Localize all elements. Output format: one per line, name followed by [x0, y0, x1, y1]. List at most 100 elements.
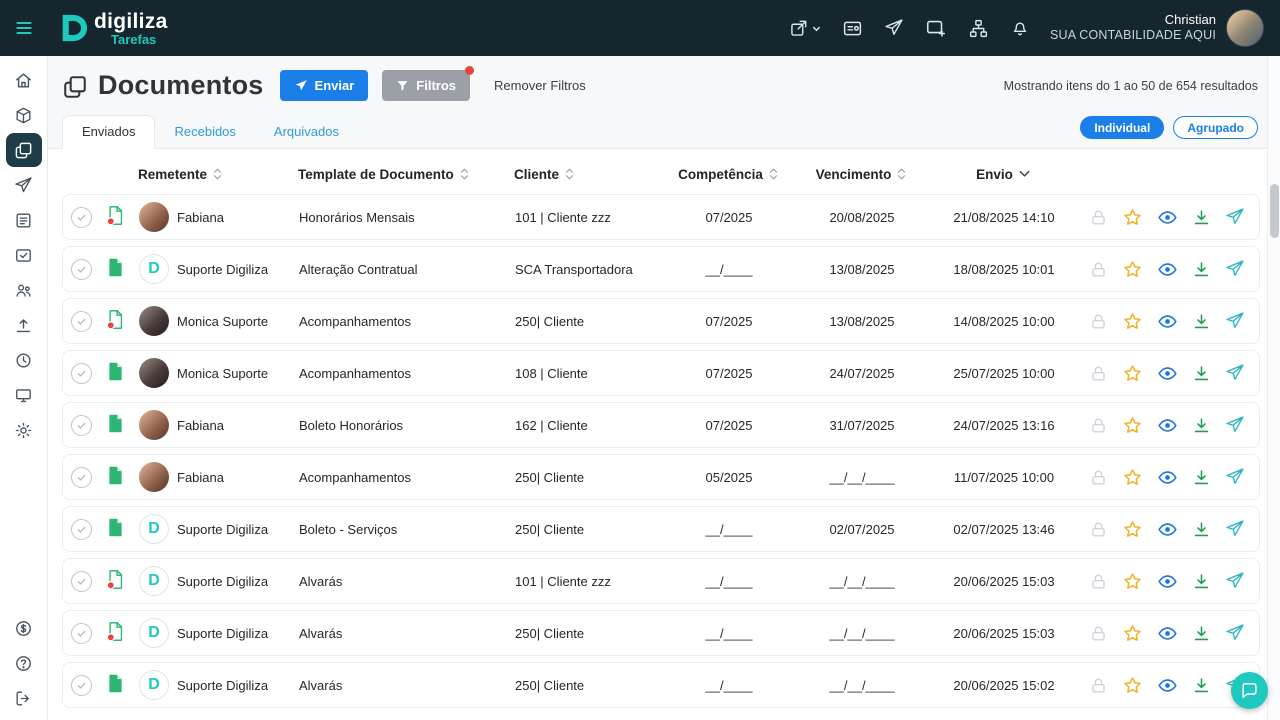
id-card-icon[interactable]	[842, 18, 863, 39]
sidebar-item-billing[interactable]	[6, 611, 42, 645]
send-icon[interactable]	[1225, 623, 1245, 643]
send-icon[interactable]	[1225, 363, 1245, 383]
chat-button[interactable]	[1231, 672, 1268, 709]
row-checkbox[interactable]	[71, 363, 92, 384]
eye-icon[interactable]	[1157, 571, 1178, 592]
user-avatar[interactable]	[1226, 9, 1264, 47]
column-cliente[interactable]: Cliente	[514, 167, 664, 182]
row-checkbox[interactable]	[71, 623, 92, 644]
agrupado-toggle[interactable]: Agrupado	[1173, 116, 1258, 139]
document-icon[interactable]	[105, 413, 126, 434]
send-icon[interactable]	[1225, 519, 1245, 539]
org-chart-icon[interactable]	[968, 18, 989, 39]
scrollbar-track[interactable]	[1267, 56, 1280, 720]
lock-icon[interactable]	[1089, 260, 1108, 279]
sidebar-item-clients[interactable]	[6, 273, 42, 307]
download-icon[interactable]	[1192, 416, 1211, 435]
document-icon[interactable]	[105, 517, 126, 538]
enviar-button[interactable]: Enviar	[280, 70, 369, 101]
bell-icon[interactable]	[1010, 18, 1030, 38]
star-icon[interactable]	[1122, 623, 1143, 644]
lock-icon[interactable]	[1089, 312, 1108, 331]
lock-icon[interactable]	[1089, 624, 1108, 643]
paper-plane-icon[interactable]	[884, 18, 904, 38]
download-icon[interactable]	[1192, 364, 1211, 383]
document-icon[interactable]	[105, 205, 126, 226]
document-icon[interactable]	[105, 569, 126, 590]
eye-icon[interactable]	[1157, 311, 1178, 332]
sidebar-item-settings[interactable]	[6, 413, 42, 447]
document-icon[interactable]	[105, 309, 126, 330]
sidebar-item-protocols[interactable]	[6, 203, 42, 237]
row-checkbox[interactable]	[71, 207, 92, 228]
filtros-button[interactable]: Filtros	[382, 70, 470, 101]
document-icon[interactable]	[105, 621, 126, 642]
download-icon[interactable]	[1192, 520, 1211, 539]
sidebar-item-devices[interactable]	[6, 378, 42, 412]
eye-icon[interactable]	[1157, 363, 1178, 384]
document-icon[interactable]	[105, 257, 126, 278]
document-icon[interactable]	[105, 361, 126, 382]
document-icon[interactable]	[105, 465, 126, 486]
star-icon[interactable]	[1122, 363, 1143, 384]
lock-icon[interactable]	[1089, 364, 1108, 383]
row-checkbox[interactable]	[71, 311, 92, 332]
star-icon[interactable]	[1122, 207, 1143, 228]
card-plus-icon[interactable]	[925, 17, 947, 39]
eye-icon[interactable]	[1157, 623, 1178, 644]
sidebar-item-home[interactable]	[6, 63, 42, 97]
column-remetente[interactable]: Remetente	[138, 167, 298, 182]
eye-icon[interactable]	[1157, 415, 1178, 436]
scrollbar-thumb[interactable]	[1270, 184, 1279, 238]
lock-icon[interactable]	[1089, 572, 1108, 591]
star-icon[interactable]	[1122, 415, 1143, 436]
lock-icon[interactable]	[1089, 520, 1108, 539]
individual-toggle[interactable]: Individual	[1080, 116, 1164, 139]
send-icon[interactable]	[1225, 571, 1245, 591]
row-checkbox[interactable]	[71, 467, 92, 488]
send-icon[interactable]	[1225, 415, 1245, 435]
star-icon[interactable]	[1122, 519, 1143, 540]
eye-icon[interactable]	[1157, 467, 1178, 488]
eye-icon[interactable]	[1157, 207, 1178, 228]
column-competencia[interactable]: Competência	[664, 167, 792, 182]
row-checkbox[interactable]	[71, 415, 92, 436]
eye-icon[interactable]	[1157, 675, 1178, 696]
download-icon[interactable]	[1192, 676, 1211, 695]
send-icon[interactable]	[1225, 259, 1245, 279]
download-icon[interactable]	[1192, 468, 1211, 487]
star-icon[interactable]	[1122, 259, 1143, 280]
sidebar-item-send-documents[interactable]	[6, 308, 42, 342]
user-menu[interactable]: Christian SUA CONTABILIDADE AQUI	[1050, 9, 1264, 47]
sidebar-item-documents[interactable]	[6, 133, 42, 167]
lock-icon[interactable]	[1089, 208, 1108, 227]
column-template[interactable]: Template de Documento	[298, 167, 514, 182]
sidebar-item-history[interactable]	[6, 343, 42, 377]
send-icon[interactable]	[1225, 207, 1245, 227]
star-icon[interactable]	[1122, 675, 1143, 696]
sidebar-item-package[interactable]	[6, 98, 42, 132]
download-icon[interactable]	[1192, 312, 1211, 331]
star-icon[interactable]	[1122, 467, 1143, 488]
tab-recebidos[interactable]: Recebidos	[155, 116, 254, 148]
lock-icon[interactable]	[1089, 676, 1108, 695]
row-checkbox[interactable]	[71, 519, 92, 540]
external-link-icon[interactable]	[789, 18, 821, 38]
download-icon[interactable]	[1192, 624, 1211, 643]
column-envio[interactable]: Envio	[930, 167, 1076, 182]
sidebar-item-logout[interactable]	[6, 681, 42, 715]
row-checkbox[interactable]	[71, 571, 92, 592]
menu-icon[interactable]	[0, 0, 48, 56]
eye-icon[interactable]	[1157, 519, 1178, 540]
tab-arquivados[interactable]: Arquivados	[255, 116, 358, 148]
download-icon[interactable]	[1192, 208, 1211, 227]
column-vencimento[interactable]: Vencimento	[792, 167, 930, 182]
row-checkbox[interactable]	[71, 259, 92, 280]
lock-icon[interactable]	[1089, 416, 1108, 435]
tab-enviados[interactable]: Enviados	[62, 115, 155, 149]
star-icon[interactable]	[1122, 311, 1143, 332]
document-icon[interactable]	[105, 673, 126, 694]
star-icon[interactable]	[1122, 571, 1143, 592]
eye-icon[interactable]	[1157, 259, 1178, 280]
download-icon[interactable]	[1192, 572, 1211, 591]
